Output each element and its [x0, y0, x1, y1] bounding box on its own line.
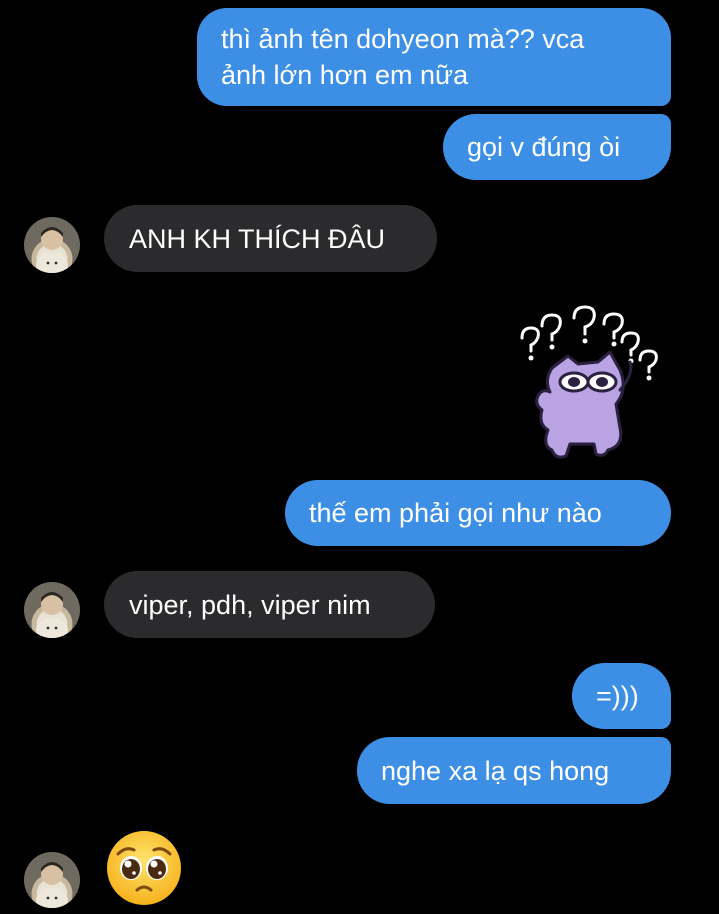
message-bubble-incoming[interactable]: ANH KH THÍCH ĐÂU: [104, 205, 437, 272]
pleading-face-emoji[interactable]: [104, 828, 184, 908]
contact-avatar[interactable]: [24, 582, 80, 638]
message-bubble-incoming[interactable]: viper, pdh, viper nim: [104, 571, 435, 638]
avatar-photo-icon: [36, 227, 68, 273]
message-bubble-outgoing[interactable]: nghe xa lạ qs hong: [357, 737, 671, 804]
sticker-image: [520, 305, 658, 459]
message-bubble-outgoing[interactable]: gọi v đúng òi: [443, 114, 671, 180]
confused-cat-sticker[interactable]: [508, 300, 668, 468]
avatar-photo-icon: [36, 592, 68, 638]
message-bubble-outgoing[interactable]: thì ảnh tên dohyeon mà?? vca ảnh lớn hơn…: [197, 8, 671, 106]
contact-avatar[interactable]: [24, 852, 80, 908]
pleading-face-icon: [107, 831, 181, 905]
avatar-photo-icon: [36, 862, 68, 908]
message-bubble-outgoing[interactable]: thế em phải gọi như nào: [285, 480, 671, 546]
message-bubble-outgoing[interactable]: =))): [572, 663, 671, 729]
contact-avatar[interactable]: [24, 217, 80, 273]
